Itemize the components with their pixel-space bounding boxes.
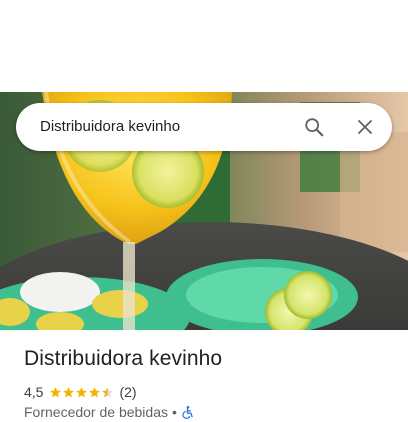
close-button[interactable] (349, 111, 381, 143)
review-count[interactable]: (2) (119, 384, 136, 400)
star-icon (50, 386, 62, 397)
rating-stars (49, 386, 114, 399)
star-icon (76, 386, 88, 397)
search-bar[interactable]: Distribuidora kevinho (16, 103, 392, 151)
star-icon (89, 386, 101, 397)
map-area-blank (0, 0, 408, 92)
place-category[interactable]: Fornecedor de bebidas (24, 404, 168, 420)
rating-value: 4,5 (24, 384, 44, 400)
close-icon (358, 120, 372, 134)
star-icon (63, 386, 75, 397)
star-icon (102, 386, 114, 397)
place-title: Distribuidora kevinho (24, 347, 223, 370)
wheelchair-accessible-icon[interactable] (181, 405, 195, 419)
search-icon (305, 118, 324, 137)
rating-row[interactable]: 4,5 (2) (24, 383, 137, 401)
category-row: Fornecedor de bebidas • (24, 403, 195, 421)
search-button[interactable] (298, 111, 330, 143)
search-input[interactable]: Distribuidora kevinho (40, 103, 180, 151)
separator-dot: • (172, 404, 177, 420)
